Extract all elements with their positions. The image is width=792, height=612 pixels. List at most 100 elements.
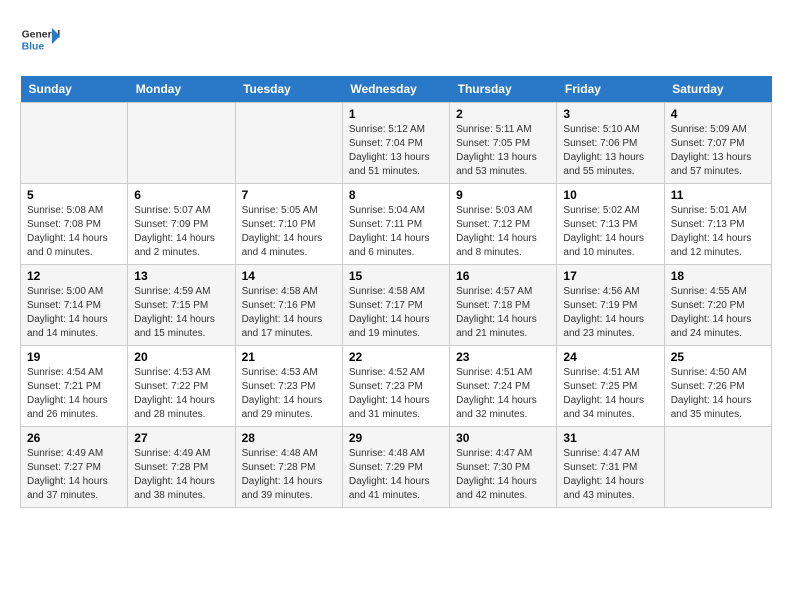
- day-number: 2: [456, 107, 550, 121]
- day-info: Sunrise: 4:53 AMSunset: 7:22 PMDaylight:…: [134, 366, 228, 422]
- calendar-cell: [664, 427, 771, 508]
- day-info: Sunrise: 4:52 AMSunset: 7:23 PMDaylight:…: [349, 366, 443, 422]
- day-info: Sunrise: 5:12 AMSunset: 7:04 PMDaylight:…: [349, 123, 443, 179]
- day-number: 13: [134, 269, 228, 283]
- day-info: Sunrise: 4:48 AMSunset: 7:29 PMDaylight:…: [349, 447, 443, 503]
- calendar-cell: 12 Sunrise: 5:00 AMSunset: 7:14 PMDayligh…: [21, 265, 128, 346]
- calendar-cell: 11 Sunrise: 5:01 AMSunset: 7:13 PMDayligh…: [664, 184, 771, 265]
- day-number: 27: [134, 431, 228, 445]
- day-info: Sunrise: 5:01 AMSunset: 7:13 PMDaylight:…: [671, 204, 765, 260]
- calendar-cell: 22 Sunrise: 4:52 AMSunset: 7:23 PMDayligh…: [342, 346, 449, 427]
- calendar-cell: 25 Sunrise: 4:50 AMSunset: 7:26 PMDayligh…: [664, 346, 771, 427]
- calendar-cell: 5Sunrise: 5:08 AMSunset: 7:08 PMDaylight…: [21, 184, 128, 265]
- calendar-cell: 3 Sunrise: 5:10 AMSunset: 7:06 PMDaylight…: [557, 103, 664, 184]
- day-info: Sunrise: 4:58 AMSunset: 7:16 PMDaylight:…: [242, 285, 336, 341]
- weekday-header-sunday: Sunday: [21, 76, 128, 103]
- day-info: Sunrise: 4:48 AMSunset: 7:28 PMDaylight:…: [242, 447, 336, 503]
- calendar-cell: 4 Sunrise: 5:09 AMSunset: 7:07 PMDaylight…: [664, 103, 771, 184]
- weekday-header-saturday: Saturday: [664, 76, 771, 103]
- day-info: Sunrise: 4:54 AMSunset: 7:21 PMDaylight:…: [27, 366, 121, 422]
- day-number: 25: [671, 350, 765, 364]
- day-number: 24: [563, 350, 657, 364]
- calendar-cell: 20 Sunrise: 4:53 AMSunset: 7:22 PMDayligh…: [128, 346, 235, 427]
- day-number: 1: [349, 107, 443, 121]
- day-number: 21: [242, 350, 336, 364]
- calendar-cell: 18 Sunrise: 4:55 AMSunset: 7:20 PMDayligh…: [664, 265, 771, 346]
- day-info: Sunrise: 4:49 AMSunset: 7:27 PMDaylight:…: [27, 447, 121, 503]
- weekday-header-tuesday: Tuesday: [235, 76, 342, 103]
- day-number: 10: [563, 188, 657, 202]
- calendar-cell: 9 Sunrise: 5:03 AMSunset: 7:12 PMDaylight…: [450, 184, 557, 265]
- calendar-cell: 29 Sunrise: 4:48 AMSunset: 7:29 PMDayligh…: [342, 427, 449, 508]
- calendar-cell: [128, 103, 235, 184]
- day-number: 26: [27, 431, 121, 445]
- calendar-cell: 23 Sunrise: 4:51 AMSunset: 7:24 PMDayligh…: [450, 346, 557, 427]
- day-info: Sunrise: 5:05 AMSunset: 7:10 PMDaylight:…: [242, 204, 336, 260]
- day-info: Sunrise: 4:57 AMSunset: 7:18 PMDaylight:…: [456, 285, 550, 341]
- day-info: Sunrise: 5:04 AMSunset: 7:11 PMDaylight:…: [349, 204, 443, 260]
- day-info: Sunrise: 4:50 AMSunset: 7:26 PMDaylight:…: [671, 366, 765, 422]
- logo: General Blue: [20, 20, 64, 60]
- logo-icon: General Blue: [20, 20, 60, 60]
- day-info: Sunrise: 4:56 AMSunset: 7:19 PMDaylight:…: [563, 285, 657, 341]
- day-number: 5: [27, 188, 121, 202]
- calendar-cell: 28 Sunrise: 4:48 AMSunset: 7:28 PMDayligh…: [235, 427, 342, 508]
- day-info: Sunrise: 4:51 AMSunset: 7:25 PMDaylight:…: [563, 366, 657, 422]
- day-number: 14: [242, 269, 336, 283]
- calendar-cell: 6Sunrise: 5:07 AMSunset: 7:09 PMDaylight…: [128, 184, 235, 265]
- calendar-cell: 10 Sunrise: 5:02 AMSunset: 7:13 PMDayligh…: [557, 184, 664, 265]
- calendar-cell: 2 Sunrise: 5:11 AMSunset: 7:05 PMDaylight…: [450, 103, 557, 184]
- calendar-cell: 24 Sunrise: 4:51 AMSunset: 7:25 PMDayligh…: [557, 346, 664, 427]
- day-number: 16: [456, 269, 550, 283]
- day-info: Sunrise: 4:53 AMSunset: 7:23 PMDaylight:…: [242, 366, 336, 422]
- day-info: Sunrise: 4:55 AMSunset: 7:20 PMDaylight:…: [671, 285, 765, 341]
- day-number: 17: [563, 269, 657, 283]
- calendar-cell: 27 Sunrise: 4:49 AMSunset: 7:28 PMDayligh…: [128, 427, 235, 508]
- calendar-cell: 1 Sunrise: 5:12 AMSunset: 7:04 PMDaylight…: [342, 103, 449, 184]
- calendar-cell: 13Sunrise: 4:59 AMSunset: 7:15 PMDayligh…: [128, 265, 235, 346]
- calendar-cell: [21, 103, 128, 184]
- weekday-header-thursday: Thursday: [450, 76, 557, 103]
- calendar-cell: 8 Sunrise: 5:04 AMSunset: 7:11 PMDaylight…: [342, 184, 449, 265]
- day-number: 23: [456, 350, 550, 364]
- day-info: Sunrise: 5:09 AMSunset: 7:07 PMDaylight:…: [671, 123, 765, 179]
- day-number: 28: [242, 431, 336, 445]
- calendar-cell: 16 Sunrise: 4:57 AMSunset: 7:18 PMDayligh…: [450, 265, 557, 346]
- calendar-table: SundayMondayTuesdayWednesdayThursdayFrid…: [20, 76, 772, 508]
- calendar-cell: 7Sunrise: 5:05 AMSunset: 7:10 PMDaylight…: [235, 184, 342, 265]
- calendar-cell: 31 Sunrise: 4:47 AMSunset: 7:31 PMDayligh…: [557, 427, 664, 508]
- day-info: Sunrise: 5:10 AMSunset: 7:06 PMDaylight:…: [563, 123, 657, 179]
- day-number: 30: [456, 431, 550, 445]
- day-number: 20: [134, 350, 228, 364]
- day-number: 22: [349, 350, 443, 364]
- day-info: Sunrise: 5:11 AMSunset: 7:05 PMDaylight:…: [456, 123, 550, 179]
- day-number: 4: [671, 107, 765, 121]
- day-number: 29: [349, 431, 443, 445]
- svg-text:Blue: Blue: [22, 42, 45, 53]
- day-number: 8: [349, 188, 443, 202]
- calendar-cell: 15 Sunrise: 4:58 AMSunset: 7:17 PMDayligh…: [342, 265, 449, 346]
- day-number: 31: [563, 431, 657, 445]
- day-number: 19: [27, 350, 121, 364]
- day-info: Sunrise: 4:47 AMSunset: 7:31 PMDaylight:…: [563, 447, 657, 503]
- day-number: 12: [27, 269, 121, 283]
- day-info: Sunrise: 4:49 AMSunset: 7:28 PMDaylight:…: [134, 447, 228, 503]
- calendar-cell: 19 Sunrise: 4:54 AMSunset: 7:21 PMDayligh…: [21, 346, 128, 427]
- day-number: 6: [134, 188, 228, 202]
- day-info: Sunrise: 5:00 AMSunset: 7:14 PMDaylight:…: [27, 285, 121, 341]
- weekday-header-wednesday: Wednesday: [342, 76, 449, 103]
- page-header: General Blue: [20, 20, 772, 60]
- day-info: Sunrise: 4:58 AMSunset: 7:17 PMDaylight:…: [349, 285, 443, 341]
- calendar-cell: 26 Sunrise: 4:49 AMSunset: 7:27 PMDayligh…: [21, 427, 128, 508]
- day-info: Sunrise: 5:03 AMSunset: 7:12 PMDaylight:…: [456, 204, 550, 260]
- day-number: 18: [671, 269, 765, 283]
- day-number: 15: [349, 269, 443, 283]
- day-number: 11: [671, 188, 765, 202]
- weekday-header-friday: Friday: [557, 76, 664, 103]
- calendar-cell: [235, 103, 342, 184]
- day-info: Sunrise: 5:02 AMSunset: 7:13 PMDaylight:…: [563, 204, 657, 260]
- day-info: Sunrise: 4:51 AMSunset: 7:24 PMDaylight:…: [456, 366, 550, 422]
- day-number: 9: [456, 188, 550, 202]
- calendar-cell: 30Sunrise: 4:47 AMSunset: 7:30 PMDayligh…: [450, 427, 557, 508]
- day-number: 3: [563, 107, 657, 121]
